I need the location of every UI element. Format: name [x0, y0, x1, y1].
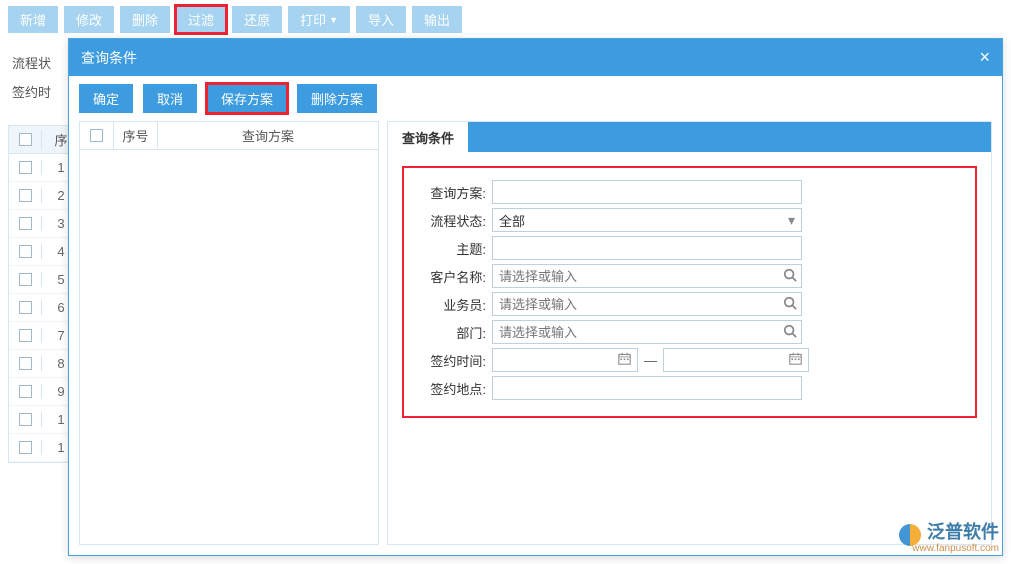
row-checkbox[interactable]: [19, 357, 32, 370]
delete-button[interactable]: 删除: [120, 6, 170, 33]
caret-down-icon: ▼: [329, 15, 338, 25]
close-icon: ×: [979, 47, 990, 67]
customer-input[interactable]: [499, 269, 783, 284]
form-highlight-box: 查询方案 流程状态 全部 ▾ 主题: [402, 166, 977, 418]
cancel-button[interactable]: 取消: [143, 84, 197, 113]
main-toolbar: 新增 修改 删除 过滤 还原 打印▼ 导入 输出: [0, 0, 1011, 39]
salesperson-lookup[interactable]: [492, 292, 802, 316]
sign-place-input[interactable]: [492, 376, 802, 400]
header-checkbox[interactable]: [19, 133, 32, 146]
chevron-down-icon: ▾: [788, 212, 795, 229]
restore-button[interactable]: 还原: [232, 6, 282, 33]
search-icon: [783, 296, 797, 313]
modal-title-text: 查询条件: [81, 48, 137, 68]
sign-time-label: 签约时间: [414, 351, 486, 370]
bg-process-status-label: 流程状: [12, 53, 51, 72]
sign-time-from[interactable]: [492, 348, 638, 372]
calendar-icon: [618, 352, 631, 368]
department-label: 部门: [414, 323, 486, 342]
plan-label: 查询方案: [414, 183, 486, 202]
sign-place-label: 签约地点: [414, 379, 486, 398]
row-checkbox[interactable]: [19, 441, 32, 454]
plan-header-checkbox[interactable]: [90, 129, 103, 142]
status-select[interactable]: 全部 ▾: [492, 208, 802, 232]
row-checkbox[interactable]: [19, 273, 32, 286]
row-checkbox[interactable]: [19, 385, 32, 398]
row-checkbox[interactable]: [19, 245, 32, 258]
brand-url: www.fanpusoft.com: [912, 543, 999, 554]
import-button[interactable]: 导入: [356, 6, 406, 33]
department-lookup[interactable]: [492, 320, 802, 344]
row-checkbox[interactable]: [19, 301, 32, 314]
filter-button[interactable]: 过滤: [176, 6, 226, 33]
bg-sign-time-label: 签约时: [12, 82, 51, 101]
add-button[interactable]: 新增: [8, 6, 58, 33]
delete-plan-button[interactable]: 删除方案: [297, 84, 377, 113]
export-button[interactable]: 输出: [412, 6, 462, 33]
right-tabs: 查询条件: [388, 122, 991, 152]
department-input[interactable]: [499, 325, 783, 340]
edit-button[interactable]: 修改: [64, 6, 114, 33]
modal-toolbar: 确定 取消 保存方案 删除方案: [69, 76, 1002, 121]
row-checkbox[interactable]: [19, 217, 32, 230]
row-checkbox[interactable]: [19, 413, 32, 426]
status-value: 全部: [499, 211, 525, 230]
search-icon: [783, 324, 797, 341]
row-checkbox[interactable]: [19, 329, 32, 342]
tab-conditions[interactable]: 查询条件: [388, 122, 468, 152]
customer-label: 客户名称: [414, 267, 486, 286]
date-separator: —: [644, 353, 657, 368]
salesperson-label: 业务员: [414, 295, 486, 314]
plan-col-name: 查询方案: [158, 122, 378, 149]
subject-label: 主题: [414, 239, 486, 258]
modal-titlebar: 查询条件 ×: [69, 39, 1002, 76]
brand-logo: 泛普软件 www.fanpusoft.com: [899, 518, 999, 552]
ok-button[interactable]: 确定: [79, 84, 133, 113]
print-button[interactable]: 打印▼: [288, 6, 350, 33]
row-checkbox[interactable]: [19, 161, 32, 174]
save-plan-button[interactable]: 保存方案: [207, 84, 287, 113]
row-checkbox[interactable]: [19, 189, 32, 202]
modal-close-button[interactable]: ×: [979, 47, 990, 68]
calendar-icon: [789, 352, 802, 368]
salesperson-input[interactable]: [499, 297, 783, 312]
plan-col-index: 序号: [114, 122, 158, 149]
brand-name: 泛普软件: [927, 522, 999, 542]
sign-time-to[interactable]: [663, 348, 809, 372]
status-label: 流程状态: [414, 211, 486, 230]
query-modal: 查询条件 × 确定 取消 保存方案 删除方案 序号 查询方案 查询条件 查: [68, 38, 1003, 556]
condition-panel: 查询条件 查询方案 流程状态 全部 ▾: [387, 121, 992, 545]
plan-list-panel: 序号 查询方案: [79, 121, 379, 545]
plan-input[interactable]: [492, 180, 802, 204]
customer-lookup[interactable]: [492, 264, 802, 288]
search-icon: [783, 268, 797, 285]
subject-input[interactable]: [492, 236, 802, 260]
